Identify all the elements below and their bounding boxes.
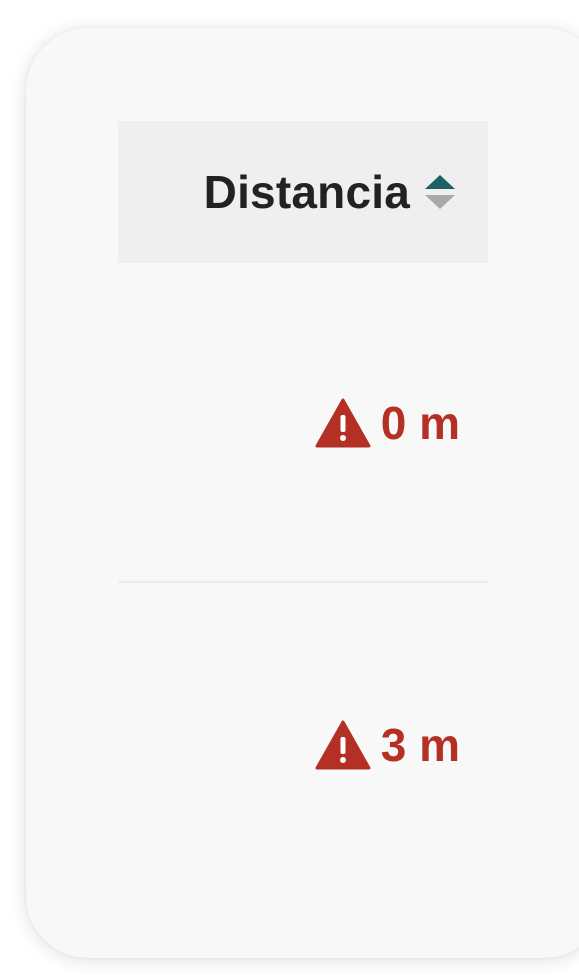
column-header-distancia[interactable]: Distancia <box>118 121 488 263</box>
sort-descending-arrow-icon <box>425 195 455 209</box>
sort-ascending-arrow-icon <box>425 175 455 189</box>
distance-value: 0 m <box>380 397 460 449</box>
warning-triangle-icon <box>315 720 371 770</box>
table-row: 3 m <box>118 690 488 800</box>
distance-table-card: Distancia 0 m 3 m <box>26 28 579 958</box>
warning-triangle-icon <box>315 398 371 448</box>
distance-value: 3 m <box>380 719 460 771</box>
sort-icon[interactable] <box>424 174 456 210</box>
row-divider <box>118 581 488 583</box>
column-header-label: Distancia <box>203 166 410 218</box>
table-row: 0 m <box>118 368 488 478</box>
